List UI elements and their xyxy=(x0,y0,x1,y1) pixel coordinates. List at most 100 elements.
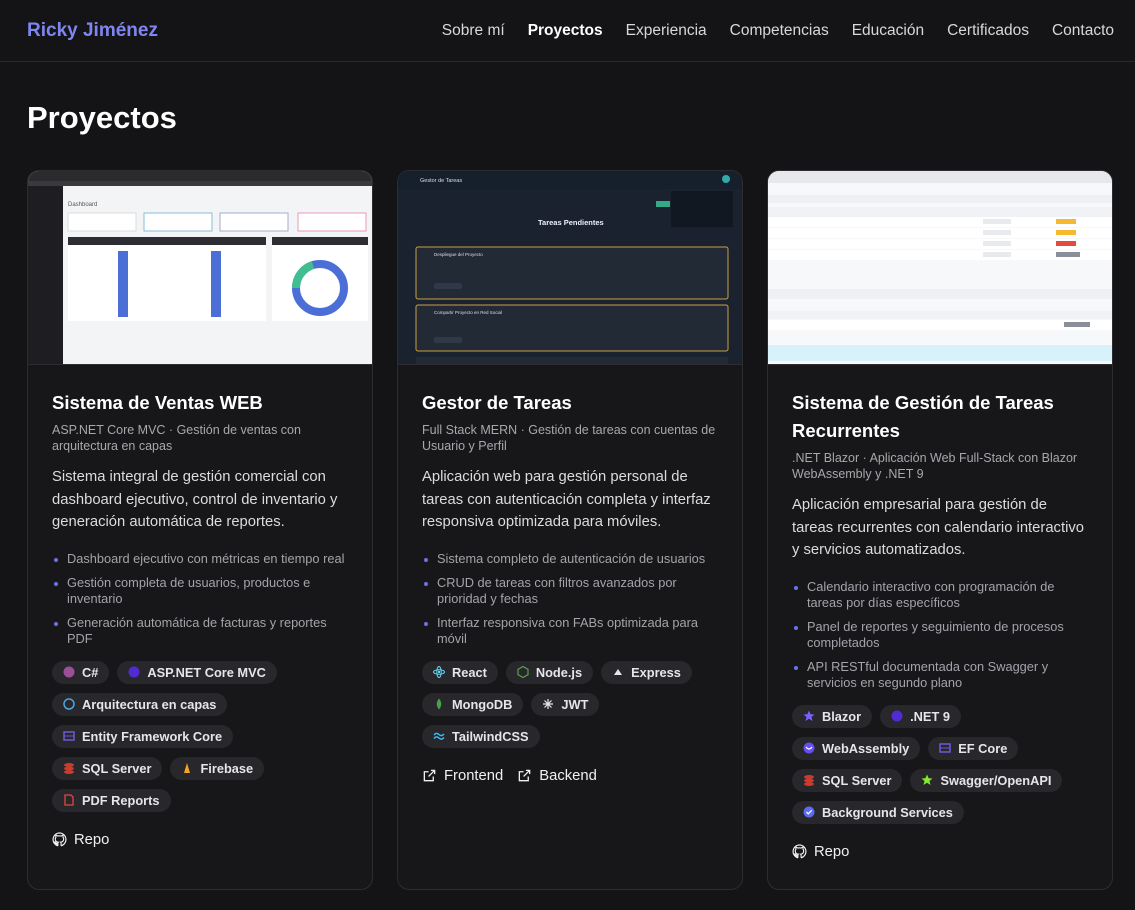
project-card: Sistema de Gestión de Tareas Recurrentes… xyxy=(767,170,1113,890)
project-links: Repo xyxy=(792,844,1088,860)
project-card: Dashboard Sistema de Ventas WEB ASP.NET … xyxy=(27,170,373,890)
sql-server-icon xyxy=(63,762,75,774)
tailwind-icon xyxy=(433,730,445,742)
tag-sqlserver: SQL Server xyxy=(52,756,163,780)
database-icon xyxy=(939,742,951,754)
tag-dotnet9: .NET 9 xyxy=(880,704,961,728)
frontend-link[interactable]: Frontend xyxy=(422,768,503,784)
database-icon xyxy=(63,730,75,742)
project-description: Sistema integral de gestión comercial co… xyxy=(52,469,338,530)
tag-nodejs: Node.js xyxy=(505,660,594,684)
feature-item: API RESTful documentada con Swagger y se… xyxy=(792,659,1088,691)
project-description: Aplicación empresarial para gestión de t… xyxy=(792,497,1084,558)
feature-item: Calendario interactivo con programación … xyxy=(792,579,1088,611)
project-title: Sistema de Ventas WEB xyxy=(52,392,263,413)
tag-tailwind: TailwindCSS xyxy=(422,724,540,748)
tech-tags: C# ASP.NET Core MVC Arquitectura en capa… xyxy=(52,660,348,812)
tag-express: Express xyxy=(601,660,692,684)
project-screenshot[interactable]: Dashboard xyxy=(28,171,372,365)
project-title: Gestor de Tareas xyxy=(422,392,572,413)
nav-link-experiencia[interactable]: Experiencia xyxy=(626,22,707,40)
jwt-icon xyxy=(542,698,554,710)
tag-webassembly: WebAssembly xyxy=(792,736,921,760)
feature-list: Calendario interactivo con programación … xyxy=(792,579,1088,691)
brand-logo[interactable]: Ricky Jiménez xyxy=(27,20,158,42)
tag-firebase: Firebase xyxy=(170,756,265,780)
swagger-icon xyxy=(921,774,933,786)
tech-tags: React Node.js Express MongoDB JWT Tailwi… xyxy=(422,660,718,748)
thumb-task-1: Despliegue del Proyecto xyxy=(434,252,483,257)
tag-arquitectura: Arquitectura en capas xyxy=(52,692,228,716)
nav-links: Sobre mí Proyectos Experiencia Competenc… xyxy=(442,22,1114,40)
thumb-app-title: Dashboard xyxy=(68,202,97,208)
project-card: Gestor de Tareas Tareas Pendientes Despl… xyxy=(397,170,743,890)
dotnet-icon xyxy=(128,666,140,678)
project-subtitle: .NET Blazor · Aplicación Web Full-Stack … xyxy=(792,451,1078,481)
feature-item: Dashboard ejecutivo con métricas en tiem… xyxy=(52,551,348,567)
repo-link[interactable]: Repo xyxy=(792,844,849,860)
nav-link-sobre-mi[interactable]: Sobre mí xyxy=(442,22,505,40)
project-subtitle: Full Stack MERN · Gestión de tareas con … xyxy=(422,423,716,453)
project-description: Aplicación web para gestión personal de … xyxy=(422,469,711,530)
nav-link-contacto[interactable]: Contacto xyxy=(1052,22,1114,40)
tech-tags: Blazor .NET 9 WebAssembly EF Core SQL Se… xyxy=(792,704,1088,824)
feature-item: Gestión completa de usuarios, productos … xyxy=(52,575,348,607)
feature-list: Sistema completo de autenticación de usu… xyxy=(422,551,718,647)
project-screenshot[interactable] xyxy=(768,171,1112,365)
dashboard-screenshot-image: Dashboard xyxy=(28,171,372,364)
nav-link-proyectos[interactable]: Proyectos xyxy=(528,22,603,40)
tag-efcore: EF Core xyxy=(928,736,1019,760)
pdf-icon xyxy=(63,794,75,806)
external-link-icon xyxy=(423,769,436,782)
tag-blazor: Blazor xyxy=(792,704,873,728)
feature-list: Dashboard ejecutivo con métricas en tiem… xyxy=(52,551,348,647)
tag-pdf: PDF Reports xyxy=(52,788,171,812)
mongodb-icon xyxy=(433,698,445,710)
recurring-tasks-screenshot-image xyxy=(768,171,1112,364)
projects-grid: Dashboard Sistema de Ventas WEB ASP.NET … xyxy=(27,170,1114,890)
feature-item: Sistema completo de autenticación de usu… xyxy=(422,551,718,567)
page-title: Proyectos xyxy=(27,100,177,135)
tag-aspnet: ASP.NET Core MVC xyxy=(117,660,277,684)
project-links: Frontend Backend xyxy=(422,768,718,784)
tag-efcore: Entity Framework Core xyxy=(52,724,234,748)
tag-sqlserver: SQL Server xyxy=(792,768,903,792)
blazor-icon xyxy=(803,710,815,722)
check-circle-icon xyxy=(803,806,815,818)
csharp-icon xyxy=(63,666,75,678)
feature-item: Interfaz responsiva con FABs optimizada … xyxy=(422,615,718,647)
feature-item: CRUD de tareas con filtros avanzados por… xyxy=(422,575,718,607)
react-icon xyxy=(433,666,445,678)
nav-link-certificados[interactable]: Certificados xyxy=(947,22,1029,40)
nodejs-icon xyxy=(517,666,529,678)
nav-link-competencias[interactable]: Competencias xyxy=(730,22,829,40)
webassembly-icon xyxy=(803,742,815,754)
tag-jwt: JWT xyxy=(531,692,600,716)
github-icon xyxy=(792,844,807,859)
circle-icon xyxy=(63,698,75,710)
tag-react: React xyxy=(422,660,498,684)
backend-link[interactable]: Backend xyxy=(517,768,597,784)
project-links: Repo xyxy=(52,832,348,848)
top-navbar: Ricky Jiménez Sobre mí Proyectos Experie… xyxy=(0,0,1135,62)
tag-background-services: Background Services xyxy=(792,800,964,824)
feature-item: Generación automática de facturas y repo… xyxy=(52,615,348,647)
repo-link[interactable]: Repo xyxy=(52,832,109,848)
tag-mongodb: MongoDB xyxy=(422,692,524,716)
tag-csharp: C# xyxy=(52,660,110,684)
project-title: Sistema de Gestión de Tareas Recurrentes xyxy=(792,392,1054,441)
firebase-icon xyxy=(181,762,193,774)
thumb-app-title: Gestor de Tareas xyxy=(420,178,462,184)
express-icon xyxy=(612,666,624,678)
project-screenshot[interactable]: Gestor de Tareas Tareas Pendientes Despl… xyxy=(398,171,742,365)
project-subtitle: ASP.NET Core MVC · Gestión de ventas con… xyxy=(52,423,301,453)
feature-item: Panel de reportes y seguimiento de proce… xyxy=(792,619,1088,651)
external-link-icon xyxy=(518,769,531,782)
github-icon xyxy=(52,832,67,847)
dotnet-icon xyxy=(891,710,903,722)
nav-link-educacion[interactable]: Educación xyxy=(852,22,924,40)
sql-server-icon xyxy=(803,774,815,786)
task-manager-screenshot-image: Gestor de Tareas Tareas Pendientes Despl… xyxy=(398,171,742,364)
thumb-task-2: Compartir Proyecto en Red Social xyxy=(434,310,502,315)
tag-swagger: Swagger/OpenAPI xyxy=(910,768,1063,792)
